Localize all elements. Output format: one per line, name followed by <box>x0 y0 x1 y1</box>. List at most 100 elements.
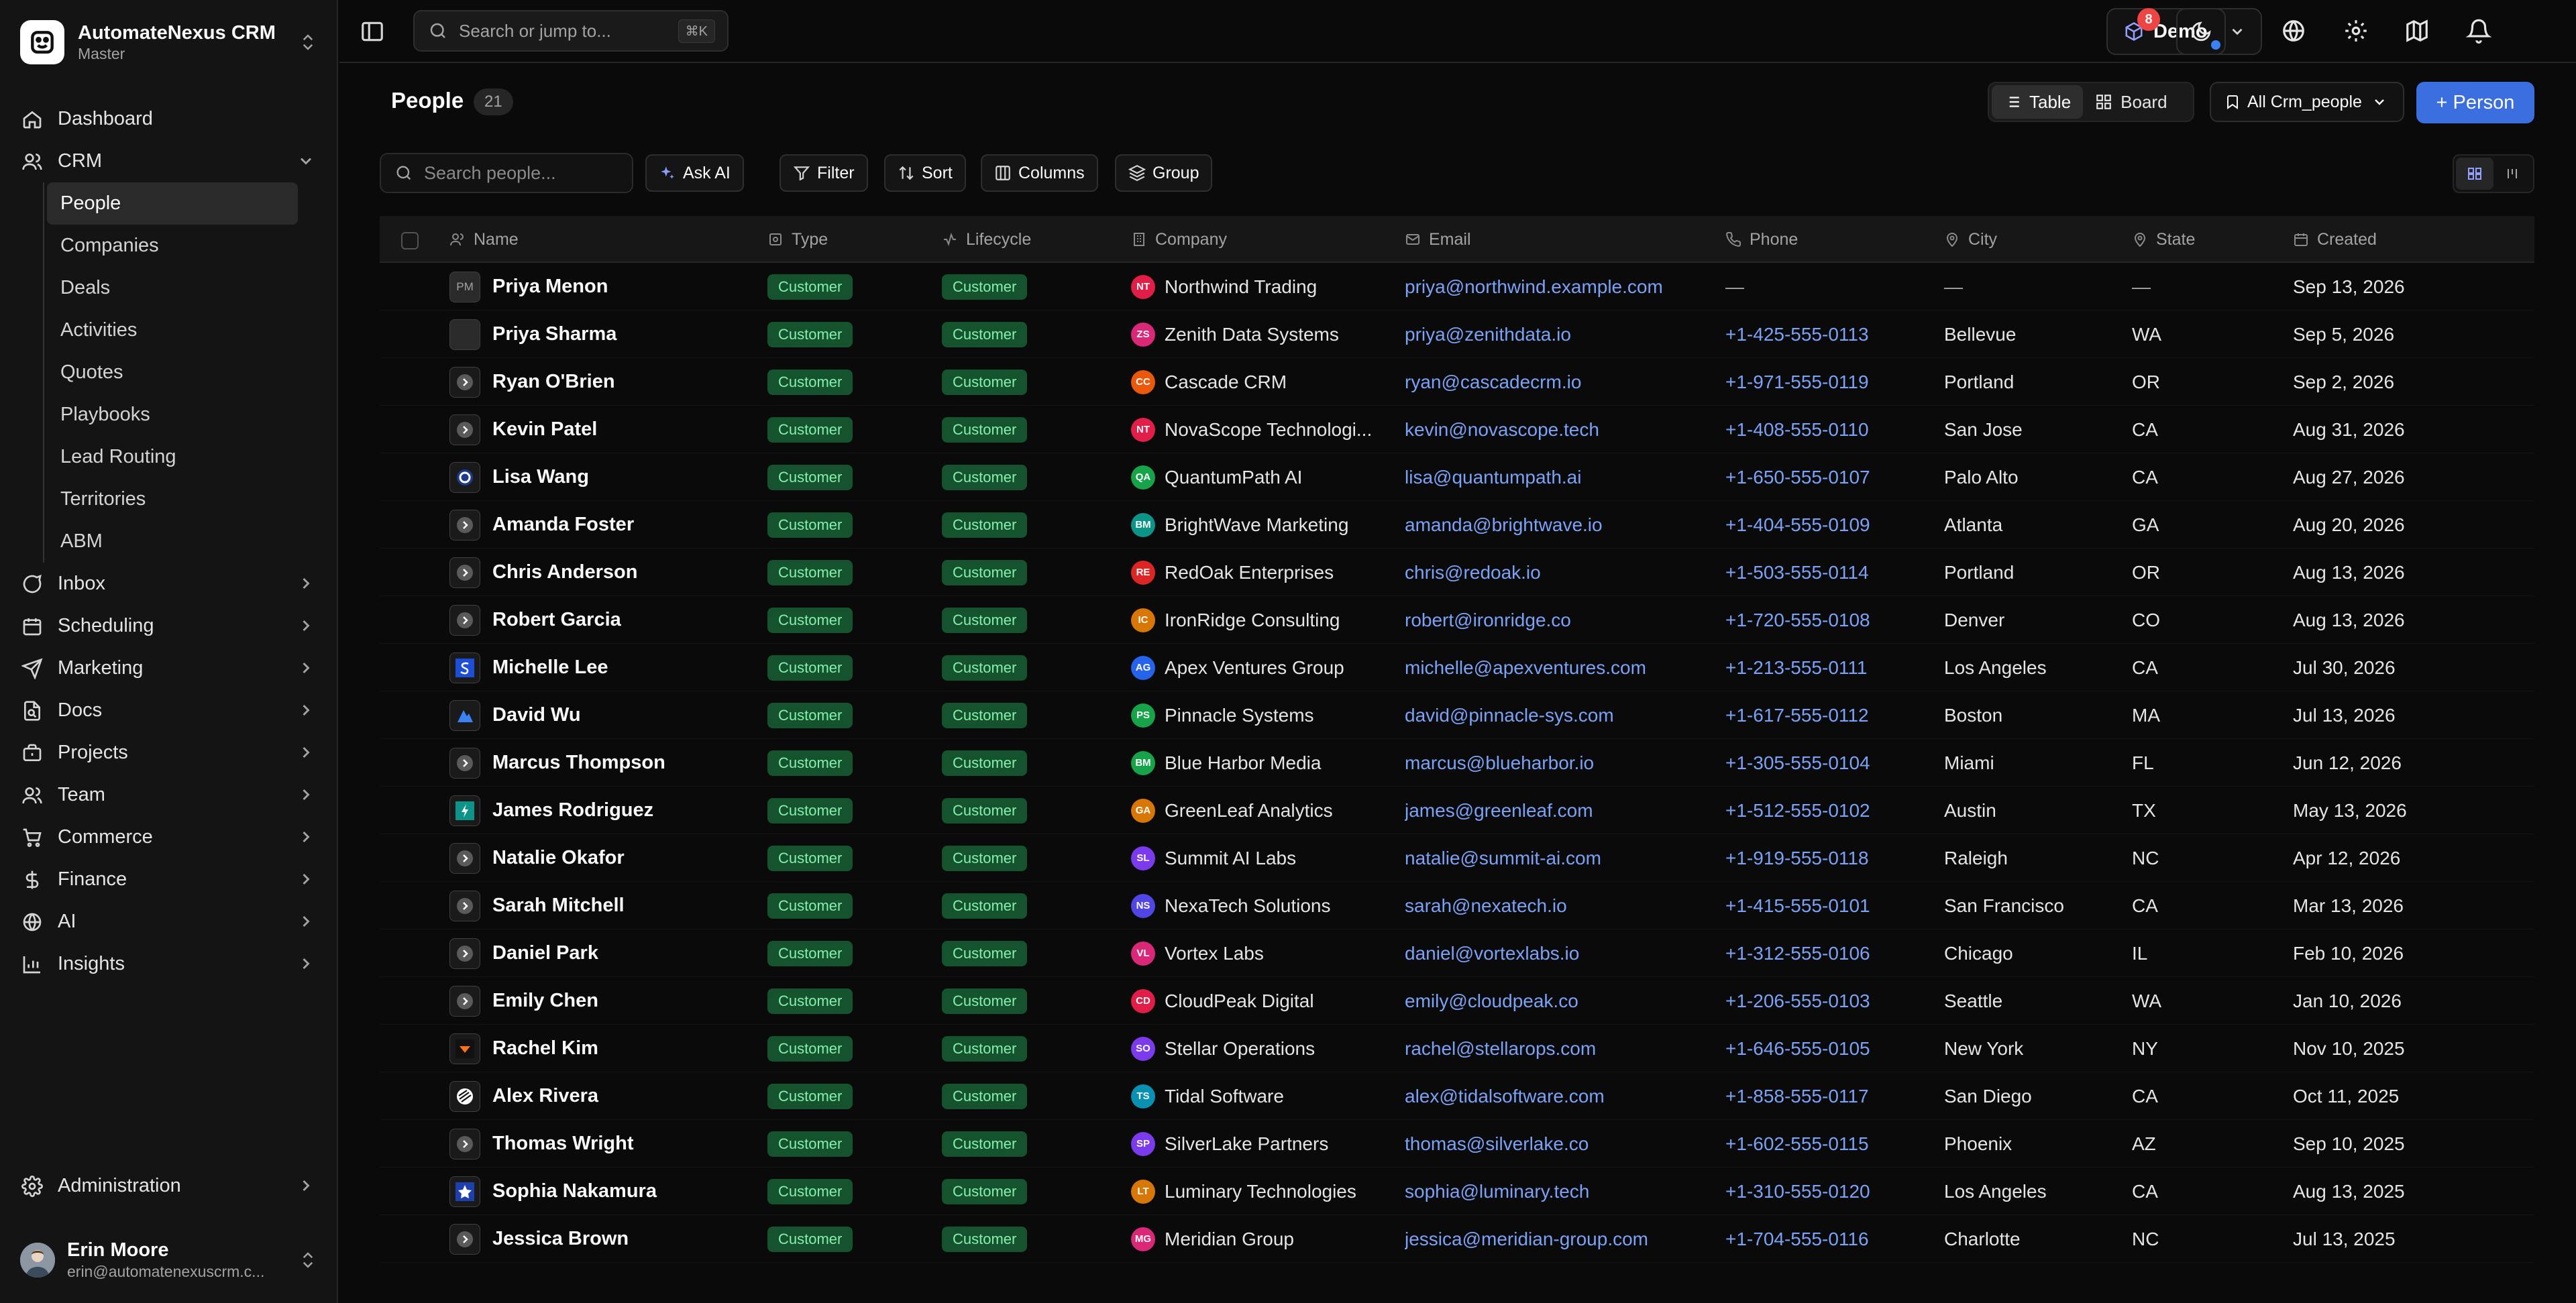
cell-phone[interactable]: +1-425-555-0113 <box>1725 310 1940 358</box>
cell-email[interactable]: sophia@luminary.tech <box>1405 1168 1720 1215</box>
cell-email[interactable]: priya@zenithdata.io <box>1405 310 1720 358</box>
table-row[interactable]: Amanda Foster Customer Customer BM Bright… <box>380 501 2534 549</box>
cell-email[interactable]: robert@ironridge.co <box>1405 596 1720 644</box>
nav-team[interactable]: Team <box>15 774 323 816</box>
nav-scheduling[interactable]: Scheduling <box>15 605 323 647</box>
nav-dashboard[interactable]: Dashboard <box>15 98 323 140</box>
phone-link[interactable]: +1-404-555-0109 <box>1725 514 1870 536</box>
cell-email[interactable]: ryan@cascadecrm.io <box>1405 358 1720 406</box>
cell-phone[interactable]: +1-704-555-0116 <box>1725 1215 1940 1263</box>
people-search-input[interactable]: Search people... <box>380 153 633 193</box>
cell-name[interactable]: Amanda Foster <box>449 501 758 549</box>
cell-email[interactable]: sarah@nexatech.io <box>1405 882 1720 929</box>
table-row[interactable]: Emily Chen Customer Customer CD CloudPeak… <box>380 977 2534 1025</box>
workspace-switcher[interactable]: AutomateNexus CRM Master <box>20 20 318 64</box>
phone-link[interactable]: — <box>1725 276 1744 298</box>
phone-link[interactable]: +1-425-555-0113 <box>1725 324 1869 345</box>
email-link[interactable]: ryan@cascadecrm.io <box>1405 372 1581 393</box>
cell-company[interactable]: SP SilverLake Partners <box>1131 1120 1399 1168</box>
sidebar-item-lead-routing[interactable]: Lead Routing <box>47 436 298 478</box>
table-row[interactable]: David Wu Customer Customer PS Pinnacle Sy… <box>380 691 2534 739</box>
nav-ai[interactable]: AI <box>15 901 323 943</box>
email-link[interactable]: natalie@summit-ai.com <box>1405 848 1601 869</box>
email-link[interactable]: alex@tidalsoftware.com <box>1405 1086 1605 1107</box>
sidebar-item-territories[interactable]: Territories <box>47 478 298 520</box>
column-header-name[interactable]: Name <box>449 216 519 263</box>
cell-phone[interactable]: +1-408-555-0110 <box>1725 406 1940 453</box>
cell-phone[interactable]: +1-919-555-0118 <box>1725 834 1940 882</box>
cell-phone[interactable]: +1-404-555-0109 <box>1725 501 1940 549</box>
cell-name[interactable]: Priya Sharma <box>449 310 758 358</box>
cell-phone[interactable]: +1-720-555-0108 <box>1725 596 1940 644</box>
cell-phone[interactable]: +1-650-555-0107 <box>1725 453 1940 501</box>
phone-link[interactable]: +1-415-555-0101 <box>1725 895 1870 917</box>
cell-company[interactable]: ZS Zenith Data Systems <box>1131 310 1399 358</box>
ask-ai-button[interactable]: Ask AI <box>645 154 744 192</box>
nav-crm[interactable]: CRM <box>15 140 323 182</box>
table-row[interactable]: Michelle Lee Customer Customer AG Apex Ve… <box>380 644 2534 691</box>
cell-company[interactable]: CD CloudPeak Digital <box>1131 977 1399 1025</box>
table-row[interactable]: Natalie Okafor Customer Customer SL Summi… <box>380 834 2534 882</box>
sidebar-item-quotes[interactable]: Quotes <box>47 351 298 394</box>
column-header-city[interactable]: City <box>1944 216 1997 263</box>
cell-email[interactable]: emily@cloudpeak.co <box>1405 977 1720 1025</box>
phone-link[interactable]: +1-408-555-0110 <box>1725 419 1869 441</box>
cell-email[interactable]: lisa@quantumpath.ai <box>1405 453 1720 501</box>
cell-phone[interactable]: +1-602-555-0115 <box>1725 1120 1940 1168</box>
columns-button[interactable]: Columns <box>981 154 1098 192</box>
phone-link[interactable]: +1-919-555-0118 <box>1725 848 1869 869</box>
nav-inbox[interactable]: Inbox <box>15 563 323 605</box>
cell-phone[interactable]: +1-971-555-0119 <box>1725 358 1940 406</box>
cell-name[interactable]: Alex Rivera <box>449 1072 758 1120</box>
map-icon[interactable] <box>2404 18 2430 44</box>
cell-company[interactable]: BM Blue Harbor Media <box>1131 739 1399 787</box>
cell-company[interactable]: NT Northwind Trading <box>1131 263 1399 310</box>
table-row[interactable]: Sarah Mitchell Customer Customer NS NexaT… <box>380 882 2534 929</box>
email-link[interactable]: amanda@brightwave.io <box>1405 514 1603 536</box>
cell-email[interactable]: jessica@meridian-group.com <box>1405 1215 1720 1263</box>
nav-finance[interactable]: Finance <box>15 858 323 901</box>
cell-name[interactable]: Sophia Nakamura <box>449 1168 758 1215</box>
cell-name[interactable]: Michelle Lee <box>449 644 758 691</box>
table-row[interactable]: Daniel Park Customer Customer VL Vortex L… <box>380 929 2534 977</box>
nav-insights[interactable]: Insights <box>15 943 323 985</box>
cell-phone[interactable]: +1-206-555-0103 <box>1725 977 1940 1025</box>
global-search-input[interactable]: Search or jump to... ⌘K <box>413 10 729 52</box>
cell-company[interactable]: IC IronRidge Consulting <box>1131 596 1399 644</box>
table-row[interactable]: Ryan O'Brien Customer Customer CC Cascade… <box>380 358 2534 406</box>
select-all-checkbox[interactable] <box>401 232 419 249</box>
column-header-type[interactable]: Type <box>767 216 828 263</box>
cell-phone[interactable]: +1-503-555-0114 <box>1725 549 1940 596</box>
nav-docs[interactable]: Docs <box>15 689 323 732</box>
cell-email[interactable]: chris@redoak.io <box>1405 549 1720 596</box>
cell-name[interactable]: Emily Chen <box>449 977 758 1025</box>
email-link[interactable]: emily@cloudpeak.co <box>1405 990 1578 1012</box>
cell-phone[interactable]: +1-858-555-0117 <box>1725 1072 1940 1120</box>
email-link[interactable]: sarah@nexatech.io <box>1405 895 1567 917</box>
cell-company[interactable]: SL Summit AI Labs <box>1131 834 1399 882</box>
nav-projects[interactable]: Projects <box>15 732 323 774</box>
phone-link[interactable]: +1-704-555-0116 <box>1725 1229 1869 1250</box>
phone-link[interactable]: +1-305-555-0104 <box>1725 752 1870 774</box>
phone-link[interactable]: +1-503-555-0114 <box>1725 562 1869 583</box>
saved-view-select[interactable]: All Crm_people <box>2210 82 2404 122</box>
cell-phone[interactable]: +1-646-555-0105 <box>1725 1025 1940 1072</box>
view-board-button[interactable]: Board <box>2083 85 2179 119</box>
cell-name[interactable]: Robert Garcia <box>449 596 758 644</box>
cell-email[interactable]: thomas@silverlake.co <box>1405 1120 1720 1168</box>
cell-name[interactable]: Daniel Park <box>449 929 758 977</box>
cell-email[interactable]: rachel@stellarops.com <box>1405 1025 1720 1072</box>
cell-name[interactable]: Rachel Kim <box>449 1025 758 1072</box>
table-row[interactable]: Kevin Patel Customer Customer NT NovaScop… <box>380 406 2534 453</box>
gear-icon[interactable] <box>2343 18 2369 44</box>
cell-email[interactable]: natalie@summit-ai.com <box>1405 834 1720 882</box>
cell-company[interactable]: LT Luminary Technologies <box>1131 1168 1399 1215</box>
phone-link[interactable]: +1-650-555-0107 <box>1725 467 1870 488</box>
column-header-lifecycle[interactable]: Lifecycle <box>942 216 1031 263</box>
sidebar-toggle-icon[interactable] <box>360 19 385 44</box>
sidebar-item-activities[interactable]: Activities <box>47 309 298 351</box>
sidebar-item-companies[interactable]: Companies <box>47 225 298 267</box>
nav-administration[interactable]: Administration <box>15 1165 323 1207</box>
phone-link[interactable]: +1-310-555-0120 <box>1725 1181 1870 1202</box>
nav-commerce[interactable]: Commerce <box>15 816 323 858</box>
